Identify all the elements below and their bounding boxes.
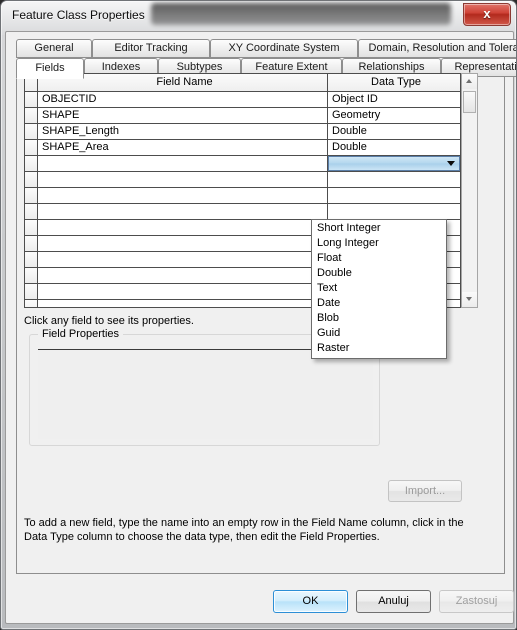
grid-scrollbar[interactable] bbox=[461, 73, 478, 308]
ok-button-label: OK bbox=[302, 595, 319, 607]
cancel-button[interactable]: Anuluj bbox=[356, 590, 431, 613]
tab-general[interactable]: General bbox=[16, 39, 92, 58]
background-window-ghost bbox=[151, 3, 451, 25]
row-selector[interactable] bbox=[25, 236, 38, 251]
row-selector[interactable] bbox=[25, 284, 38, 299]
close-icon[interactable]: x bbox=[463, 3, 511, 26]
row-selector[interactable] bbox=[25, 204, 38, 219]
cell-data-type[interactable]: Double bbox=[328, 140, 460, 155]
dropdown-option-double[interactable]: Double bbox=[312, 266, 446, 281]
cell-field-name[interactable] bbox=[38, 300, 328, 307]
cell-field-name[interactable] bbox=[38, 268, 328, 283]
tab-xy-coordinate-system[interactable]: XY Coordinate System bbox=[210, 39, 358, 58]
dropdown-option-date[interactable]: Date bbox=[312, 296, 446, 311]
cell-field-name[interactable] bbox=[38, 252, 328, 267]
row-selector[interactable] bbox=[25, 156, 38, 171]
cell-field-name[interactable] bbox=[38, 284, 328, 299]
table-row[interactable]: OBJECTID Object ID bbox=[25, 92, 460, 108]
cell-field-name[interactable] bbox=[38, 188, 328, 203]
close-glyph: x bbox=[483, 6, 491, 21]
row-selector[interactable] bbox=[25, 220, 38, 235]
cell-field-name[interactable] bbox=[38, 204, 328, 219]
apply-button-label: Zastosuj bbox=[455, 595, 498, 607]
cell-data-type[interactable] bbox=[328, 172, 460, 187]
dropdown-option-raster[interactable]: Raster bbox=[312, 341, 446, 356]
cell-data-type-new[interactable] bbox=[328, 156, 460, 171]
tab-domain-resolution-tolerance[interactable]: Domain, Resolution and Tolerance bbox=[358, 39, 516, 58]
cell-field-name[interactable]: OBJECTID bbox=[38, 92, 328, 107]
scroll-up-arrow-icon[interactable] bbox=[462, 74, 477, 89]
row-selector[interactable] bbox=[25, 252, 38, 267]
tab-fields[interactable]: Fields bbox=[16, 58, 84, 79]
row-selector[interactable] bbox=[25, 124, 38, 139]
row-selector[interactable] bbox=[25, 108, 38, 123]
table-row[interactable]: SHAPE Geometry bbox=[25, 108, 460, 124]
cell-field-name[interactable]: SHAPE bbox=[38, 108, 328, 123]
import-button[interactable]: Import... bbox=[388, 480, 462, 502]
cancel-button-label: Anuluj bbox=[378, 595, 409, 607]
ok-button[interactable]: OK bbox=[273, 590, 348, 613]
cell-data-type[interactable] bbox=[328, 204, 460, 219]
dropdown-option-short-integer[interactable]: Short Integer bbox=[312, 221, 446, 236]
cell-data-type[interactable] bbox=[328, 188, 460, 203]
row-selector[interactable] bbox=[25, 140, 38, 155]
row-selector[interactable] bbox=[25, 268, 38, 283]
table-row-active[interactable] bbox=[25, 156, 460, 172]
import-button-label: Import... bbox=[404, 485, 446, 497]
cell-field-name[interactable] bbox=[38, 220, 328, 235]
dropdown-option-float[interactable]: Float bbox=[312, 251, 446, 266]
dropdown-option-blob[interactable]: Blob bbox=[312, 311, 446, 326]
cell-data-type[interactable]: Double bbox=[328, 124, 460, 139]
dialog-body: General Editor Tracking XY Coordinate Sy… bbox=[5, 31, 516, 624]
table-row[interactable] bbox=[25, 172, 460, 188]
row-selector[interactable] bbox=[25, 172, 38, 187]
row-selector[interactable] bbox=[25, 92, 38, 107]
scrollbar-thumb[interactable] bbox=[463, 91, 476, 113]
cell-field-name[interactable] bbox=[38, 236, 328, 251]
down-triangle bbox=[466, 297, 472, 301]
dropdown-option-long-integer[interactable]: Long Integer bbox=[312, 236, 446, 251]
title-bar: Feature Class Properties x bbox=[1, 1, 516, 31]
table-row[interactable]: SHAPE_Area Double bbox=[25, 140, 460, 156]
chevron-down-icon bbox=[447, 161, 455, 166]
dialog-footer: OK Anuluj Zastosuj bbox=[6, 579, 514, 623]
cell-data-type[interactable]: Geometry bbox=[328, 108, 460, 123]
dropdown-option-text[interactable]: Text bbox=[312, 281, 446, 296]
cell-data-type[interactable]: Object ID bbox=[328, 92, 460, 107]
dropdown-option-guid[interactable]: Guid bbox=[312, 326, 446, 341]
cell-field-name[interactable]: SHAPE_Area bbox=[38, 140, 328, 155]
tab-editor-tracking[interactable]: Editor Tracking bbox=[92, 39, 210, 58]
apply-button: Zastosuj bbox=[439, 590, 514, 613]
table-row[interactable] bbox=[25, 188, 460, 204]
row-selector[interactable] bbox=[25, 300, 38, 307]
hint-add-field: To add a new field, type the name into a… bbox=[24, 517, 464, 543]
field-properties-legend: Field Properties bbox=[38, 328, 124, 340]
dialog-window: Feature Class Properties x General Edito… bbox=[0, 0, 517, 630]
grid-header-row: Field Name Data Type bbox=[25, 74, 460, 92]
table-row[interactable] bbox=[25, 204, 460, 220]
field-properties-pane[interactable] bbox=[38, 349, 373, 439]
up-triangle bbox=[466, 79, 472, 83]
hint-click-field: Click any field to see its properties. bbox=[24, 315, 194, 327]
window-title: Feature Class Properties bbox=[12, 8, 145, 22]
row-selector[interactable] bbox=[25, 188, 38, 203]
data-type-combobox[interactable] bbox=[328, 156, 460, 171]
scroll-down-arrow-icon[interactable] bbox=[462, 292, 477, 307]
data-type-dropdown-list[interactable]: Short Integer Long Integer Float Double … bbox=[311, 219, 447, 359]
cell-field-name[interactable]: SHAPE_Length bbox=[38, 124, 328, 139]
column-header-data-type[interactable]: Data Type bbox=[328, 74, 460, 91]
cell-field-name-new[interactable] bbox=[38, 156, 328, 171]
table-row[interactable]: SHAPE_Length Double bbox=[25, 124, 460, 140]
cell-field-name[interactable] bbox=[38, 172, 328, 187]
